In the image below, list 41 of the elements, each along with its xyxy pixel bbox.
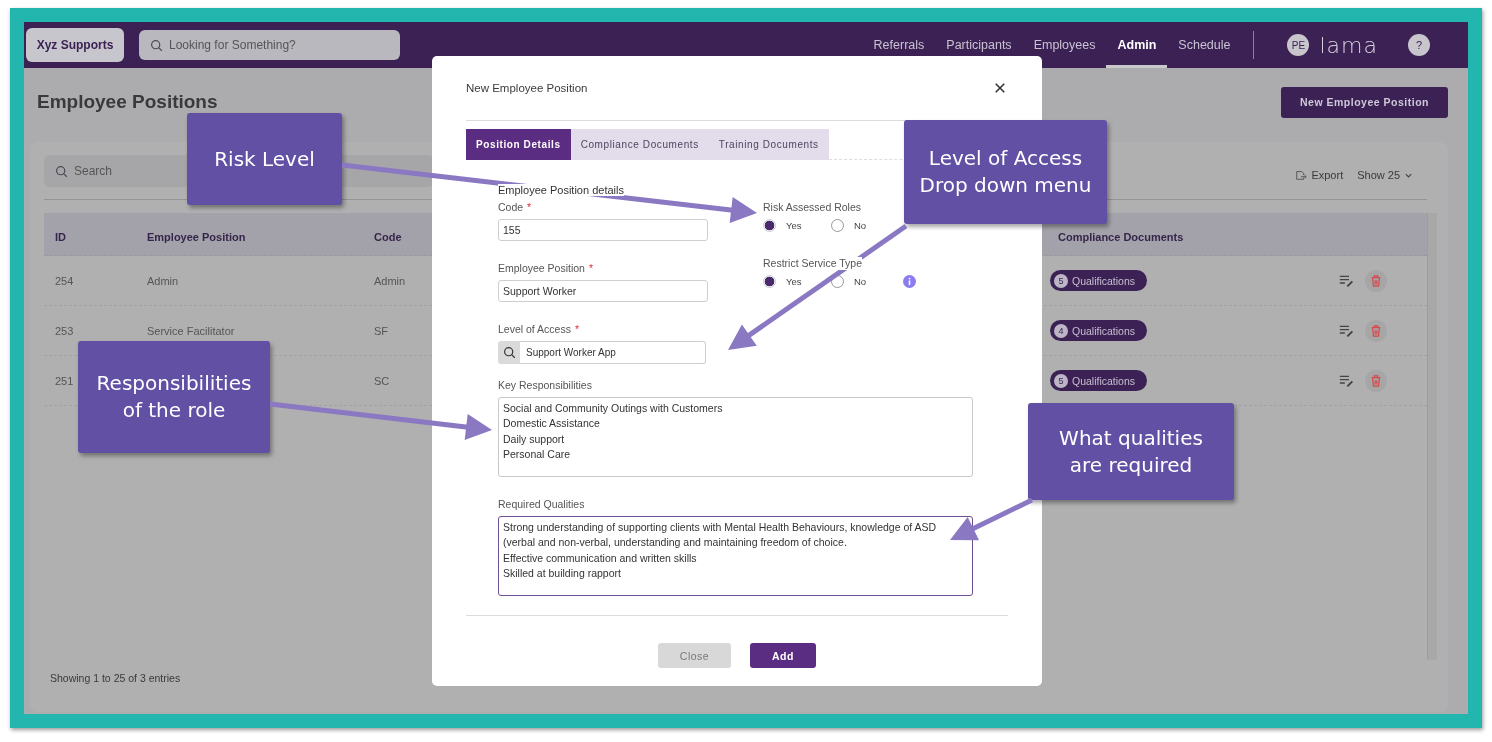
required-mark: *	[574, 323, 580, 336]
radio-label: Yes	[786, 276, 802, 287]
callout: What qualities are required	[1028, 403, 1234, 500]
required-mark: *	[527, 201, 532, 214]
column-header: Code	[374, 231, 402, 243]
field-label: Required Qualities	[498, 498, 585, 511]
radio-label: Yes	[786, 220, 802, 231]
table-cell: 251	[55, 374, 74, 387]
field-label: Restrict Service Type	[763, 257, 862, 270]
callout: Risk Level	[187, 113, 342, 205]
table-cell: SC	[374, 374, 390, 387]
table-cell: SF	[374, 324, 389, 337]
radio-label: No	[854, 276, 867, 287]
table-cell: Admin	[147, 274, 179, 287]
logo: lama	[1319, 32, 1378, 58]
table-cell: 254	[55, 274, 74, 287]
column-header: Compliance Documents	[1058, 231, 1184, 243]
table-cell: Service Facilitator	[147, 324, 235, 337]
table-cell: Admin	[374, 274, 406, 287]
field-label: Risk Assessed Roles	[763, 201, 862, 214]
field-label: Level of Access	[498, 323, 571, 336]
page-title: Employee Positions	[37, 91, 218, 113]
callout: Responsibilities of the role	[78, 341, 270, 453]
table-cell: 253	[55, 324, 74, 337]
column-header: ID	[55, 231, 66, 243]
count-badge: 5	[1054, 273, 1068, 288]
field-label: Code	[498, 201, 524, 214]
column-header: Employee Position	[147, 231, 246, 243]
section-title: Employee Position details	[498, 184, 624, 196]
tag-label: Qualifications	[1072, 374, 1136, 387]
required-mark: *	[588, 262, 594, 275]
count-badge: 5	[1054, 373, 1068, 388]
modal-title: New Employee Position	[466, 82, 588, 94]
field-label: Employee Position	[498, 262, 585, 275]
radio-label: No	[854, 220, 867, 231]
field-label: Key Responsibilities	[498, 379, 592, 392]
tag-label: Qualifications	[1072, 274, 1136, 287]
tag-label: Qualifications	[1072, 324, 1136, 337]
entries-summary: Showing 1 to 25 of 3 entries	[49, 672, 182, 684]
count-badge: 4	[1054, 323, 1068, 338]
callout: Level of Access Drop down menu	[904, 120, 1107, 224]
